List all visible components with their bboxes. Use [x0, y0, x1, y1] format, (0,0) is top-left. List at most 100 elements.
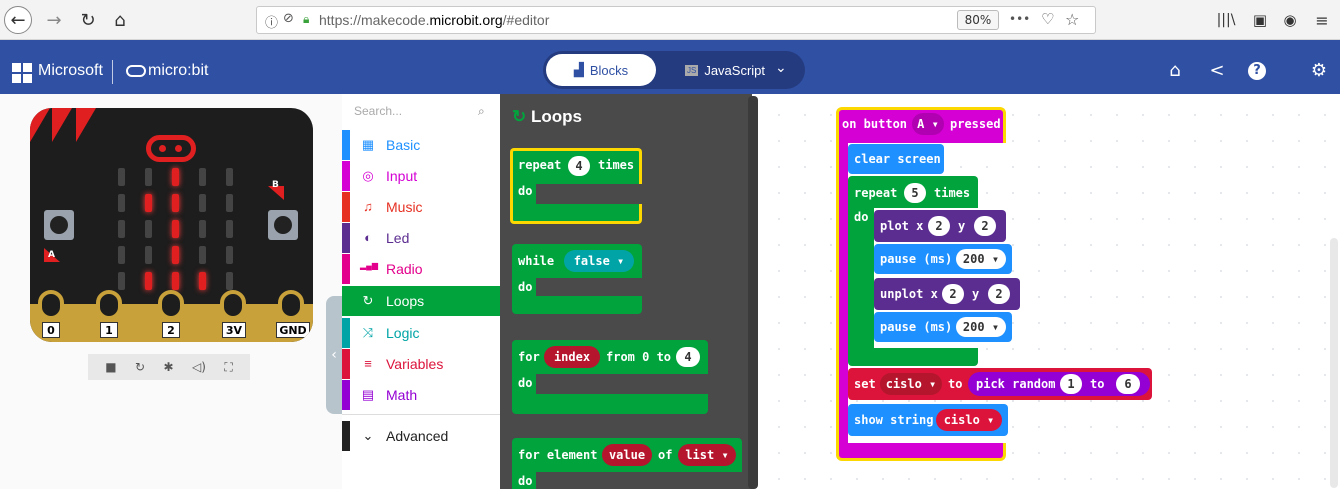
- unplot-y-value[interactable]: 2: [988, 284, 1010, 304]
- toggle-icon: ◐: [364, 230, 372, 245]
- led-pixel: [199, 246, 206, 264]
- pin-0[interactable]: [38, 290, 64, 320]
- toolbox-category-loops[interactable]: ↻ Loops: [342, 286, 500, 316]
- repeat-count[interactable]: 5: [904, 183, 926, 203]
- category-color-bar: [342, 254, 350, 284]
- unplot-block[interactable]: unplot x 2 y 2: [874, 278, 1020, 310]
- led-pixel: [172, 220, 179, 238]
- workspace-scrollbar[interactable]: [1330, 238, 1338, 488]
- toolbox-category-variables[interactable]: ≡ Variables: [342, 349, 500, 379]
- index-variable[interactable]: index: [544, 346, 600, 368]
- plot-block[interactable]: plot x 2 y 2: [874, 210, 1006, 242]
- pin-3v[interactable]: [220, 290, 246, 320]
- random-low-value[interactable]: 1: [1060, 374, 1082, 394]
- for-limit[interactable]: 4: [676, 347, 700, 367]
- button-b[interactable]: [268, 210, 298, 240]
- permissions-icon[interactable]: ⊘: [283, 11, 294, 26]
- fullscreen-icon[interactable]: ⛶: [224, 360, 232, 375]
- value-variable[interactable]: value: [602, 444, 652, 466]
- false-dropdown[interactable]: false ▾: [564, 250, 634, 272]
- library-icon[interactable]: |||\: [1212, 6, 1240, 34]
- led-pixel: [226, 272, 233, 290]
- search-icon[interactable]: ⌕: [478, 104, 485, 119]
- blocks-toggle-button[interactable]: ▟ Blocks: [546, 54, 656, 86]
- flyout-for-block[interactable]: for index from 0 to 4 do: [512, 340, 708, 414]
- address-bar[interactable]: ⓘ ⊘ 🔒︎ https://makecode.microbit.org/#ed…: [256, 6, 1096, 34]
- variable-dropdown[interactable]: cislo ▾: [880, 373, 942, 395]
- unplot-x-value[interactable]: 2: [942, 284, 964, 304]
- page-actions-icon[interactable]: •••: [1009, 12, 1030, 26]
- toolbox-search[interactable]: Search... ⌕: [354, 104, 494, 126]
- clear-screen-block[interactable]: clear screen: [848, 144, 944, 174]
- forward-icon[interactable]: →: [40, 6, 68, 34]
- led-pixel: [145, 220, 152, 238]
- toolbox-category-led[interactable]: ◐ Led: [342, 223, 500, 253]
- pin-1[interactable]: [96, 290, 122, 320]
- hamburger-menu-icon[interactable]: ≡: [1308, 6, 1336, 34]
- toolbox-category-advanced[interactable]: ⌄ Advanced: [342, 421, 500, 451]
- back-icon[interactable]: ←: [4, 6, 32, 34]
- show-string-block[interactable]: show string cislo ▾: [848, 404, 1008, 436]
- chevron-down-icon[interactable]: ⌄: [775, 60, 787, 76]
- led-pixel: [172, 194, 179, 212]
- mute-icon[interactable]: ◁): [192, 360, 206, 374]
- lock-icon: 🔒︎: [303, 12, 310, 26]
- toolbox-category-music[interactable]: ♫ Music: [342, 192, 500, 222]
- share-icon[interactable]: <: [1206, 60, 1228, 81]
- zoom-level[interactable]: 80%: [957, 10, 999, 30]
- pause-block[interactable]: pause (ms) 200 ▾: [874, 244, 1012, 274]
- pocket-icon[interactable]: ♡: [1041, 10, 1054, 28]
- settings-gear-icon[interactable]: ⚙: [1308, 60, 1330, 81]
- set-variable-block[interactable]: set cislo ▾ to pick random 1 to 6: [848, 368, 1152, 400]
- restart-icon[interactable]: ↻: [135, 360, 145, 374]
- microbit-brand[interactable]: micro:bit: [148, 62, 208, 80]
- account-icon[interactable]: ◉: [1276, 6, 1304, 34]
- pin-gnd[interactable]: [278, 290, 304, 320]
- toolbox-category-logic[interactable]: ⤨ Logic: [342, 318, 500, 348]
- category-color-bar: [342, 161, 350, 191]
- plot-x-value[interactable]: 2: [928, 216, 950, 236]
- flyout-repeat-block[interactable]: repeat 4 times do: [510, 148, 642, 224]
- button-selector[interactable]: A ▾: [912, 113, 944, 135]
- pause-block[interactable]: pause (ms) 200 ▾: [874, 312, 1012, 342]
- button-a[interactable]: [44, 210, 74, 240]
- microbit-logo-icon[interactable]: [126, 65, 146, 77]
- bookmark-star-icon[interactable]: ☆: [1065, 10, 1079, 29]
- led-pixel: [145, 272, 152, 290]
- microsoft-logo-icon[interactable]: [12, 63, 32, 83]
- sidebar-icon[interactable]: ▣: [1246, 6, 1274, 34]
- plot-y-value[interactable]: 2: [974, 216, 996, 236]
- random-high-value[interactable]: 6: [1116, 374, 1140, 394]
- pause-duration-dropdown[interactable]: 200 ▾: [956, 249, 1006, 269]
- repeat-count[interactable]: 4: [568, 156, 590, 176]
- pin-2[interactable]: [158, 290, 184, 320]
- reload-icon[interactable]: ↻: [74, 6, 102, 34]
- category-label: Basic: [386, 137, 421, 153]
- info-icon[interactable]: ⓘ: [265, 12, 278, 31]
- list-dropdown[interactable]: list ▾: [678, 444, 736, 466]
- category-color-bar: [342, 421, 350, 451]
- debug-icon[interactable]: ✱: [164, 360, 174, 374]
- flyout-title-text: Loops: [530, 107, 582, 126]
- toolbox-category-input[interactable]: ◎ Input: [342, 161, 500, 191]
- home-icon[interactable]: ⌂: [106, 6, 134, 34]
- toolbox-category-basic[interactable]: ▦ Basic: [342, 130, 500, 160]
- collapse-simulator-tab[interactable]: ‹: [326, 296, 342, 414]
- category-label: Logic: [386, 325, 420, 341]
- microsoft-brand[interactable]: Microsoft: [38, 62, 103, 80]
- flyout-while-block[interactable]: while false ▾ do: [512, 244, 642, 314]
- help-icon[interactable]: ?: [1248, 62, 1266, 80]
- led-pixel: [145, 194, 152, 212]
- plot-y-label: y: [958, 219, 966, 233]
- for-element-label: for element: [518, 448, 598, 462]
- show-variable-dropdown[interactable]: cislo ▾: [936, 409, 1002, 431]
- flyout-for-element-block[interactable]: for element value of list ▾ do: [512, 438, 742, 489]
- flyout-scrollbar[interactable]: [748, 96, 758, 489]
- stop-icon[interactable]: ■: [105, 360, 116, 374]
- javascript-toggle-button[interactable]: JS JavaScript: [670, 54, 780, 86]
- toolbox-category-math[interactable]: ▤ Math: [342, 380, 500, 410]
- toolbox-category-radio[interactable]: ▂▄▆ Radio: [342, 254, 500, 284]
- pause-duration-dropdown[interactable]: 200 ▾: [956, 317, 1006, 337]
- home-button-icon[interactable]: ⌂: [1164, 60, 1186, 81]
- url-text[interactable]: https://makecode.microbit.org/#editor: [319, 12, 549, 28]
